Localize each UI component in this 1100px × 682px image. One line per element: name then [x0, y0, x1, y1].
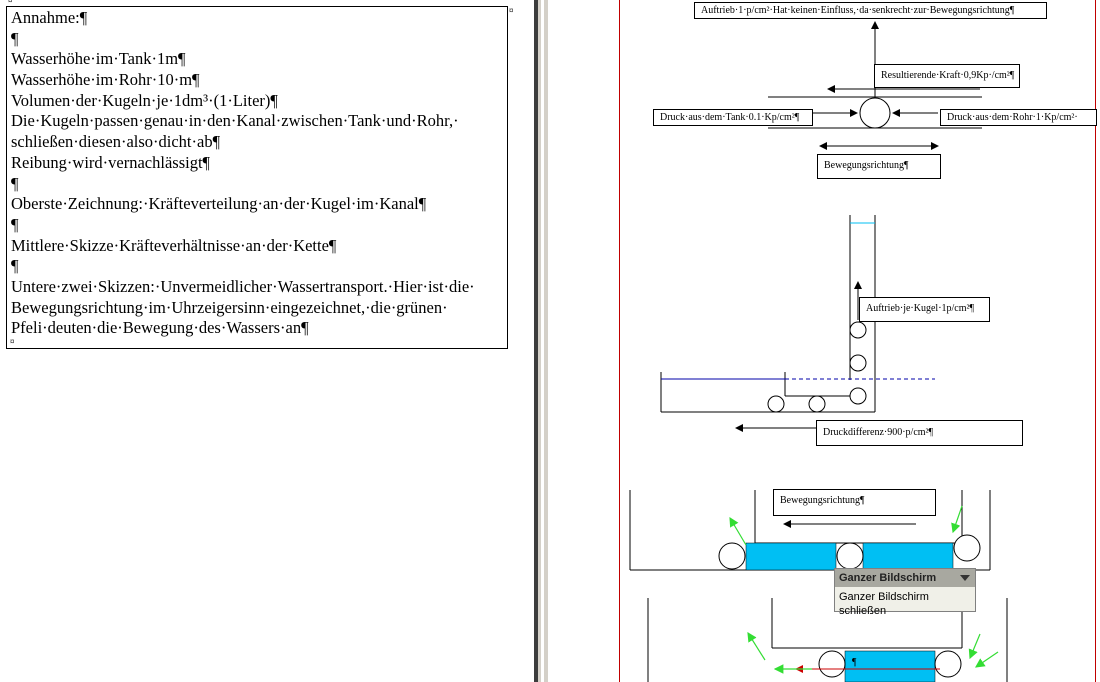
chain-ball	[849, 321, 867, 339]
green-water-arrow	[951, 505, 963, 534]
fullscreen-toolbar-header[interactable]: Ganzer Bildschirm	[835, 569, 975, 587]
chevron-down-icon[interactable]	[960, 575, 970, 581]
label-bewegung-bottom: Bewegungsrichtung¶	[773, 489, 936, 516]
green-water-arrow	[975, 651, 999, 668]
chain-ball	[849, 354, 867, 372]
water-block	[844, 650, 936, 682]
fullscreen-toolbar[interactable]: Ganzer Bildschirm Ganzer Bildschirm schl…	[834, 568, 976, 617]
ball	[859, 97, 891, 129]
chain-ball	[849, 387, 867, 405]
label-auftrieb-kugel: Auftrieb·je·Kugel·1p/cm²¶	[859, 297, 990, 322]
ball	[818, 650, 846, 678]
label-auftrieb-top: Auftrieb·1·p/cm²·Hat·keinen·Einfluss,·da…	[694, 2, 1047, 19]
pilcrow-mark: ¶	[852, 657, 857, 668]
chain-ball	[767, 395, 785, 413]
ball	[953, 534, 981, 562]
fullscreen-toolbar-title: Ganzer Bildschirm	[839, 572, 937, 584]
label-druck-tank: Druck·aus·dem·Tank·0.1·Kp/cm²¶	[653, 109, 813, 126]
ball	[718, 542, 746, 570]
chain-ball	[808, 395, 826, 413]
ball	[836, 542, 864, 570]
label-druckdifferenz: Druckdifferenz·900·p/cm²¶	[816, 420, 1023, 446]
green-water-arrow	[968, 633, 981, 660]
water-block	[862, 542, 954, 571]
label-druck-rohr: Druck·aus·dem·Rohr·1·Kp/cm²·	[940, 109, 1097, 126]
label-resultierende: Resultierende·Kraft·0,9Kp·/cm²¶	[874, 64, 1020, 88]
label-bewegung-top: Bewegungsrichtung¶	[817, 154, 941, 179]
green-water-arrow	[729, 516, 747, 546]
water-block	[745, 542, 837, 571]
ball	[934, 650, 962, 678]
close-fullscreen-button[interactable]: Ganzer Bildschirm schließen	[835, 587, 975, 621]
green-water-arrow	[747, 631, 766, 661]
